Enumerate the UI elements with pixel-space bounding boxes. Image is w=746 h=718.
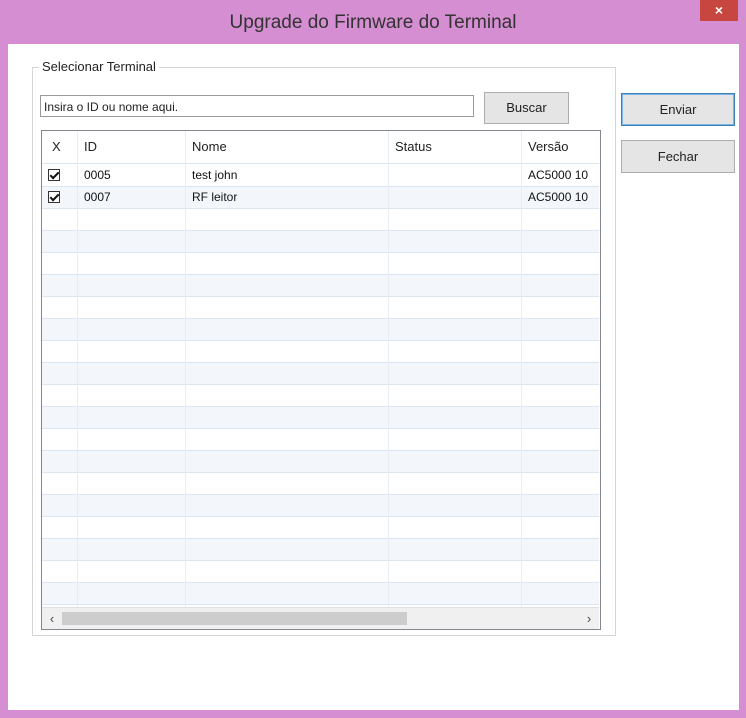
terminal-grid: X ID Nome Status Versão 0005 test john A… xyxy=(42,131,599,607)
column-header-id[interactable]: ID xyxy=(84,131,97,163)
grid-line xyxy=(42,362,599,363)
empty-row xyxy=(42,406,599,428)
row-name: test john xyxy=(192,168,238,182)
table-row[interactable]: 0007 RF leitor AC5000 10 xyxy=(42,186,599,208)
grid-line xyxy=(42,252,599,253)
column-header-version[interactable]: Versão xyxy=(528,131,568,163)
empty-row xyxy=(42,450,599,472)
empty-row xyxy=(42,362,599,384)
select-terminal-group: Selecionar Terminal Insira o ID ou nome … xyxy=(32,59,616,636)
column-header-name[interactable]: Nome xyxy=(192,131,227,163)
grid-line xyxy=(42,450,599,451)
grid-column-line xyxy=(521,131,522,607)
grid-line xyxy=(42,516,599,517)
window-title: Upgrade do Firmware do Terminal xyxy=(229,12,517,33)
row-checkbox[interactable] xyxy=(48,169,60,181)
dialog-client-area: Selecionar Terminal Insira o ID ou nome … xyxy=(8,44,739,710)
grid-column-line xyxy=(77,131,78,607)
search-input[interactable]: Insira o ID ou nome aqui. xyxy=(40,95,474,117)
send-button[interactable]: Enviar xyxy=(621,93,735,126)
grid-line xyxy=(42,230,599,231)
grid-line xyxy=(42,296,599,297)
dialog-window: Upgrade do Firmware do Terminal × Seleci… xyxy=(0,0,746,718)
grid-column-line xyxy=(185,131,186,607)
horizontal-scrollbar[interactable]: ‹ › xyxy=(42,607,599,629)
grid-line xyxy=(42,340,599,341)
grid-line xyxy=(42,560,599,561)
grid-line xyxy=(42,208,599,209)
grid-line xyxy=(42,274,599,275)
row-status xyxy=(395,186,520,208)
empty-row xyxy=(42,494,599,516)
grid-line xyxy=(42,163,599,164)
grid-line xyxy=(42,186,599,187)
row-status xyxy=(395,164,520,186)
grid-column-line xyxy=(388,131,389,607)
scroll-right-icon[interactable]: › xyxy=(579,608,599,629)
scroll-thumb[interactable] xyxy=(62,612,407,625)
grid-line xyxy=(42,428,599,429)
close-button[interactable]: Fechar xyxy=(621,140,735,173)
window-close-button[interactable]: × xyxy=(700,0,738,21)
grid-line xyxy=(42,318,599,319)
group-legend: Selecionar Terminal xyxy=(39,59,159,74)
empty-row xyxy=(42,274,599,296)
row-version: AC5000 10 xyxy=(528,168,589,182)
column-header-select[interactable]: X xyxy=(52,131,61,163)
grid-line xyxy=(42,406,599,407)
grid-line xyxy=(42,604,599,605)
search-button[interactable]: Buscar xyxy=(484,92,569,124)
grid-line xyxy=(42,472,599,473)
grid-line xyxy=(42,582,599,583)
empty-row xyxy=(42,230,599,252)
empty-row xyxy=(42,318,599,340)
row-id: 0005 xyxy=(84,168,111,182)
title-bar[interactable]: Upgrade do Firmware do Terminal × xyxy=(0,0,746,44)
column-header-status[interactable]: Status xyxy=(395,131,432,163)
empty-row xyxy=(42,582,599,604)
scroll-left-icon[interactable]: ‹ xyxy=(42,608,62,629)
grid-line xyxy=(42,538,599,539)
empty-row xyxy=(42,538,599,560)
row-name: RF leitor xyxy=(192,190,238,204)
row-version: AC5000 10 xyxy=(528,190,589,204)
row-checkbox[interactable] xyxy=(48,191,60,203)
row-id: 0007 xyxy=(84,190,111,204)
grid-line xyxy=(42,384,599,385)
terminal-list[interactable]: X ID Nome Status Versão 0005 test john A… xyxy=(41,130,601,630)
grid-line xyxy=(42,494,599,495)
table-row[interactable]: 0005 test john AC5000 10 xyxy=(42,164,599,186)
